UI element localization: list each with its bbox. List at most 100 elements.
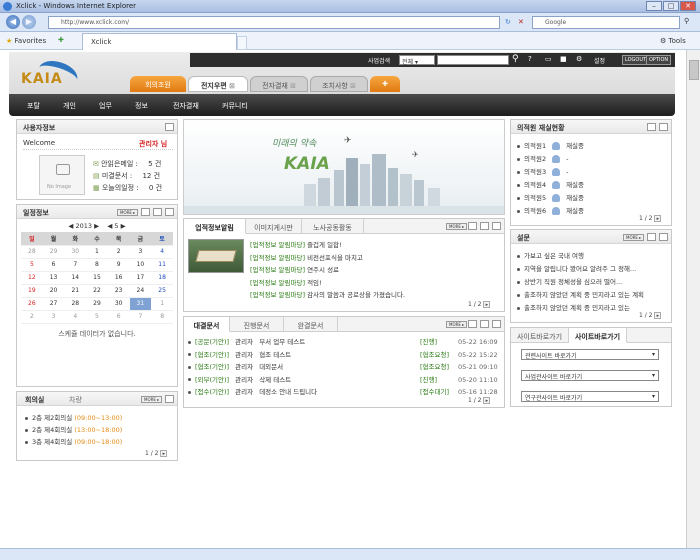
menu-portal[interactable]: 포탈: [27, 101, 40, 111]
close-button[interactable]: ✕: [680, 1, 696, 11]
calendar-day[interactable]: 29: [86, 297, 108, 311]
calendar-day[interactable]: 8: [151, 310, 173, 324]
more-button[interactable]: MORE ▸: [117, 209, 139, 216]
panel-close-icon[interactable]: [659, 233, 668, 241]
tab-pending-docs[interactable]: 대결문서: [184, 317, 230, 332]
panel-restore-icon[interactable]: [153, 208, 162, 216]
calendar-day[interactable]: 20: [42, 284, 65, 298]
calendar-day[interactable]: 4: [64, 310, 87, 324]
calendar-day[interactable]: 5: [86, 310, 108, 324]
minimize-button[interactable]: –: [646, 1, 662, 11]
calendar-day[interactable]: 30: [107, 297, 130, 311]
scrollbar-thumb[interactable]: [689, 60, 699, 80]
calendar-day[interactable]: 5: [21, 258, 43, 272]
next-page-button[interactable]: ▸: [654, 312, 662, 319]
list-item[interactable]: 의적원2-: [517, 153, 584, 166]
list-item[interactable]: 가보고 싶은 국내 여행: [517, 250, 644, 263]
tab-mail[interactable]: 전지우편 ⊠: [188, 76, 248, 92]
menu-community[interactable]: 커뮤니티: [222, 101, 248, 111]
calendar-day[interactable]: 6: [107, 310, 130, 324]
list-item[interactable]: 지역을 알립니다 봤어요 알려주 그 정해...: [517, 263, 644, 276]
back-button[interactable]: ◀: [6, 15, 20, 29]
menu-work[interactable]: 업무: [99, 101, 112, 111]
chat-icon[interactable]: ■: [560, 55, 567, 63]
table-row[interactable]: [접수(기안)] 관리자 데정소 안내 드립니다 [접수대기] 05-16 11:2…: [188, 386, 502, 399]
option-button[interactable]: OPTION: [646, 55, 672, 65]
search-scope-select[interactable]: 전체 ▾: [399, 55, 435, 66]
next-page-button[interactable]: ▸: [654, 215, 662, 222]
calendar-day[interactable]: 28: [21, 245, 43, 259]
panel-settings-icon[interactable]: [165, 123, 174, 131]
calendar-day[interactable]: 3: [42, 310, 65, 324]
calendar-day[interactable]: 24: [129, 284, 152, 298]
list-item[interactable]: [업적정보 알림마당] 감사의 말씀과 공로상을 가졌습니다.: [250, 289, 405, 302]
browser-search-input[interactable]: Google: [532, 16, 680, 29]
calendar-day[interactable]: 26: [21, 297, 43, 311]
stat-today-schedule[interactable]: ▦ 오늘의일정 : 0 건: [93, 182, 162, 194]
calendar-day[interactable]: 29: [42, 245, 65, 259]
url-input[interactable]: http://www.xclick.com/: [48, 16, 500, 29]
calendar-day[interactable]: 14: [64, 271, 87, 285]
panel-settings-icon[interactable]: [165, 395, 174, 403]
stat-pending-docs[interactable]: ▤ 미결문서 : 12 건: [93, 170, 162, 182]
list-item[interactable]: 의적원4 재실중: [517, 179, 584, 192]
stop-icon[interactable]: ✕: [518, 18, 524, 26]
list-item[interactable]: 의적원1 재실중: [517, 140, 584, 153]
calendar-day[interactable]: 8: [86, 258, 108, 272]
next-page-button[interactable]: ▸: [160, 450, 168, 457]
tab-image-board[interactable]: 이미지게시판: [246, 219, 302, 234]
favorites-button[interactable]: ★ Favorites: [6, 37, 46, 45]
scrollbar[interactable]: [686, 50, 700, 548]
tab-site-links-2[interactable]: 사이트바로가기: [569, 328, 627, 343]
calendar-day[interactable]: 18: [151, 271, 173, 285]
calendar-day[interactable]: 23: [107, 284, 130, 298]
calendar-day[interactable]: 1: [151, 297, 173, 311]
calendar-day[interactable]: 9: [107, 258, 130, 272]
calendar-day[interactable]: 27: [42, 297, 65, 311]
calendar-day[interactable]: 13: [42, 271, 65, 285]
calendar-day[interactable]: 4: [151, 245, 173, 259]
calendar-day[interactable]: 25: [151, 284, 173, 298]
calendar-day[interactable]: 31: [129, 297, 152, 311]
calendar-day[interactable]: 28: [64, 297, 87, 311]
calendar-day[interactable]: 22: [86, 284, 108, 298]
calendar-day[interactable]: 30: [64, 245, 87, 259]
list-item[interactable]: 2층 제4회의실 (13:00~18:00): [25, 424, 122, 436]
more-button[interactable]: MORE ▸: [623, 234, 645, 241]
calendar-day[interactable]: 19: [21, 284, 43, 298]
add-favorite-icon[interactable]: ✚: [58, 36, 64, 44]
tab-site-links-1[interactable]: 사이트바로가기: [511, 328, 569, 343]
list-item[interactable]: [업적정보 알림마당] 연주시 성료: [250, 264, 405, 277]
more-button[interactable]: MORE ▸: [141, 396, 163, 403]
calendar-day[interactable]: 1: [86, 245, 108, 259]
stat-unread-mail[interactable]: ✉ 안읽은메일 : 5 건: [93, 158, 162, 170]
tab-actions[interactable]: 조치사항 ⊠: [310, 76, 368, 92]
list-item[interactable]: 출조하지 않았던 계획 중 민지라고 있는 계획: [517, 289, 644, 302]
next-year-button[interactable]: ▶: [94, 222, 99, 230]
prev-year-button[interactable]: ◀: [68, 222, 73, 230]
settings-gear-icon[interactable]: ⚙: [576, 55, 582, 63]
calendar-day[interactable]: 7: [129, 310, 152, 324]
list-item[interactable]: [업적정보 알림마당] 적임!: [250, 277, 405, 290]
tab-close-icon[interactable]: ⊠: [229, 82, 235, 90]
tab-meeting[interactable]: 회의조원: [130, 76, 186, 92]
search-icon[interactable]: ⚲: [684, 17, 689, 25]
list-item[interactable]: 출조하지 않았던 계획 중 민지라고 있는: [517, 302, 644, 315]
help-icon[interactable]: ?: [528, 55, 532, 63]
calendar-day[interactable]: 2: [107, 245, 130, 259]
menu-approval[interactable]: 전자결재: [173, 101, 199, 111]
table-row[interactable]: [협조(기안)] 관리자 협조 테스트 [협조요청] 05-22 15:22: [188, 349, 502, 362]
menu-info[interactable]: 정보: [135, 101, 148, 111]
calendar-day[interactable]: 15: [86, 271, 108, 285]
research-site-select[interactable]: 연구관사이트 바로가기 ▾: [521, 391, 659, 402]
calendar-day[interactable]: 16: [107, 271, 130, 285]
tab-meeting-room[interactable]: 회의실: [25, 395, 44, 405]
calendar-day[interactable]: 17: [129, 271, 152, 285]
browser-tab[interactable]: Xclick: [82, 33, 237, 50]
list-item[interactable]: [업적정보 알림마당] 비전선포식을 마치고: [250, 252, 405, 265]
table-row[interactable]: [공문(기안)] 관리자 부서 업무 테스트 [진행] 05-22 16:09: [188, 336, 502, 349]
site-search-input[interactable]: [437, 55, 509, 65]
panel-close-icon[interactable]: [492, 320, 501, 328]
more-button[interactable]: MORE ▸: [446, 321, 468, 328]
more-button[interactable]: MORE ▸: [446, 223, 468, 230]
